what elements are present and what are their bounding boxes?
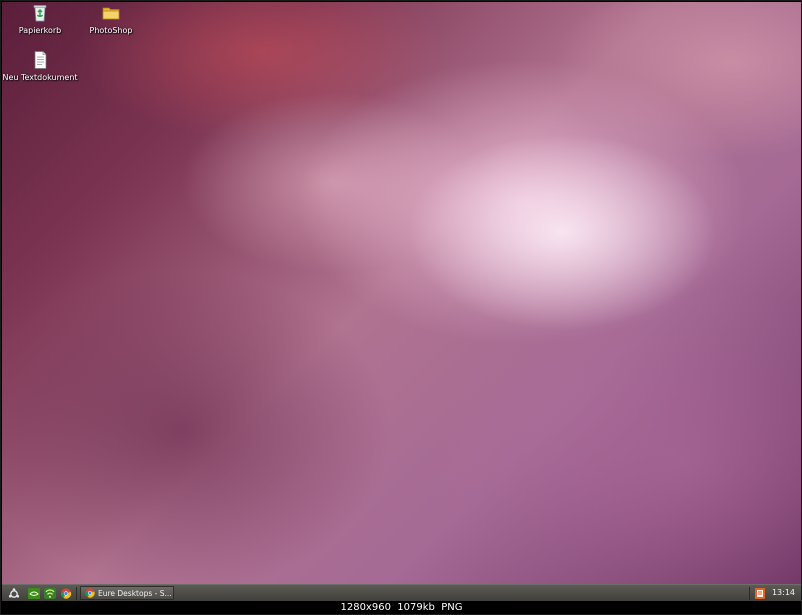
recycle-bin-icon (33, 5, 47, 22)
text-document-icon (34, 51, 47, 69)
desktop-background: Papierkorb PhotoShop Neu Textdokument (2, 2, 801, 584)
image-info-caption: 1280x960 1079kb PNG (2, 601, 801, 614)
tray-app-icon[interactable] (755, 588, 765, 599)
desktop-icon-label: PhotoShop (89, 26, 133, 35)
desktop-icon-recycle-bin[interactable]: Papierkorb (2, 3, 78, 35)
desktop-icon-text-document[interactable]: Neu Textdokument (2, 50, 78, 82)
chrome-icon[interactable] (60, 588, 72, 599)
ubuntu-logo-icon (8, 587, 20, 598)
desktop-icon-photoshop-folder[interactable]: PhotoShop (73, 3, 149, 35)
taskbar-window-label: Eure Desktops - S... (98, 588, 172, 598)
folder-icon (102, 7, 120, 20)
start-button[interactable] (6, 586, 22, 601)
desktop-icon-label: Neu Textdokument (2, 73, 78, 82)
taskbar: Eure Desktops - S... 13:14 (2, 584, 801, 602)
chrome-icon (85, 588, 95, 598)
nvidia-icon[interactable] (28, 588, 40, 599)
rss-feed-icon[interactable] (44, 588, 56, 599)
tray-separator (749, 587, 750, 600)
taskbar-clock[interactable]: 13:14 (772, 588, 795, 597)
taskbar-separator (76, 587, 77, 600)
screenshot-frame: Papierkorb PhotoShop Neu Textdokument Eu… (0, 0, 802, 615)
desktop-icon-label: Papierkorb (18, 26, 62, 35)
taskbar-window-button[interactable]: Eure Desktops - S... (80, 586, 174, 600)
